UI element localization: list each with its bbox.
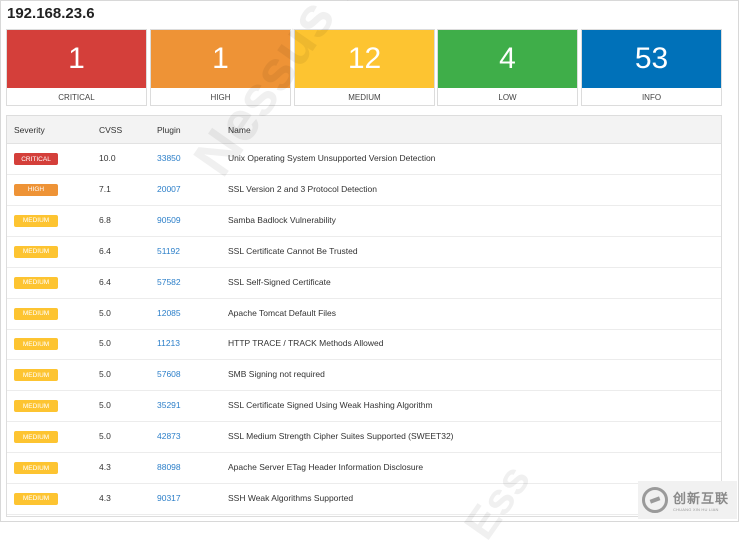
plugin-link[interactable]: 90509 bbox=[157, 215, 181, 225]
header-name[interactable]: Name bbox=[228, 125, 251, 135]
cvss-score: 10.0 bbox=[99, 153, 116, 163]
cvss-score: 7.1 bbox=[99, 183, 111, 194]
table-row[interactable]: MEDIUM 6.4 57582 SSL Self-Signed Certificat… bbox=[7, 268, 721, 299]
severity-badge: MEDIUM bbox=[14, 276, 58, 289]
cvss-score: 5.0 bbox=[99, 307, 111, 318]
logo-subtitle: CHUANG XIN HU LIAN bbox=[673, 507, 719, 512]
cvss-score: 5.0 bbox=[99, 369, 111, 380]
summary-count: 1 bbox=[151, 30, 290, 88]
severity-badge: HIGH bbox=[14, 183, 58, 196]
vulnerability-name: SSL Medium Strength Cipher Suites Suppor… bbox=[228, 431, 454, 442]
vulnerability-name: HTTP TRACE / TRACK Methods Allowed bbox=[228, 338, 384, 349]
severity-badge: MEDIUM bbox=[14, 369, 58, 382]
table-row[interactable]: MEDIUM 4.3 90317 SSH Weak Algorithms Suppor… bbox=[7, 484, 721, 515]
vulnerability-name: Unix Operating System Unsupported Versio… bbox=[228, 153, 436, 163]
header-cvss[interactable]: CVSS bbox=[99, 125, 122, 135]
table-row[interactable]: CRITICAL 10.0 33850 Unix Operating System U… bbox=[7, 144, 721, 175]
table-row[interactable]: MEDIUM 5.0 42873 SSL Medium Strength Cipher… bbox=[7, 422, 721, 454]
summary-count: 1 bbox=[7, 30, 146, 88]
table-row[interactable]: MEDIUM 5.0 35291 SSL Certificate Signed Usi… bbox=[7, 391, 721, 423]
cvss-score: 6.4 bbox=[99, 276, 111, 287]
severity-badge: MEDIUM bbox=[14, 214, 58, 227]
summary-count: 4 bbox=[438, 30, 577, 88]
vulnerability-name: SSH Weak Algorithms Supported bbox=[228, 492, 354, 503]
summary-label: MEDIUM bbox=[348, 93, 381, 102]
table-row[interactable]: MEDIUM 5.0 12085 Apache Tomcat Default File… bbox=[7, 299, 721, 330]
cvss-score: 6.4 bbox=[99, 245, 111, 256]
table-row[interactable]: MEDIUM 5.0 11213 HTTP TRACE / TRACK Methods… bbox=[7, 329, 721, 361]
table-row[interactable]: MEDIUM 5.0 57608 SMB Signing not required bbox=[7, 360, 721, 392]
corner-logo: 创新互联 CHUANG XIN HU LIAN bbox=[638, 481, 737, 519]
plugin-link[interactable]: 20007 bbox=[157, 184, 181, 194]
severity-badge: MEDIUM bbox=[14, 338, 58, 351]
severity-badge: MEDIUM bbox=[14, 431, 58, 444]
swirl-logo-icon bbox=[642, 487, 668, 513]
plugin-link[interactable]: 42873 bbox=[157, 431, 181, 441]
severity-badge: MEDIUM bbox=[14, 307, 58, 320]
vulnerability-name: Apache Tomcat Default Files bbox=[228, 307, 337, 318]
summary-tile-high[interactable]: 1 HIGH bbox=[150, 29, 291, 106]
header-severity[interactable]: Severity bbox=[14, 125, 45, 135]
host-title: 192.168.23.6 bbox=[7, 5, 95, 22]
plugin-link[interactable]: 90317 bbox=[157, 493, 181, 503]
vulnerability-name: Apache Server ETag Header Information Di… bbox=[228, 462, 424, 472]
summary-count: 53 bbox=[582, 30, 721, 88]
table-row[interactable]: MEDIUM 6.4 51192 SSL Certificate Cannot Be … bbox=[7, 237, 721, 268]
vulnerability-table: Severity CVSS Plugin Name CRITICAL 10.0 33… bbox=[6, 115, 722, 517]
severity-badge: MEDIUM bbox=[14, 462, 58, 474]
severity-badge: MEDIUM bbox=[14, 400, 58, 413]
vulnerability-name: SMB Signing not required bbox=[228, 369, 325, 380]
cvss-score: 5.0 bbox=[99, 338, 111, 349]
summary-tile-medium[interactable]: 12 MEDIUM bbox=[294, 29, 435, 106]
summary-label: INFO bbox=[641, 93, 662, 102]
plugin-link[interactable]: 57608 bbox=[157, 369, 181, 379]
plugin-link[interactable]: 51192 bbox=[157, 246, 180, 256]
summary-label: HIGH bbox=[210, 93, 231, 102]
plugin-link[interactable]: 88098 bbox=[157, 462, 181, 472]
summary-tile-low[interactable]: 4 LOW bbox=[437, 29, 578, 106]
vulnerability-name: SSL Version 2 and 3 Protocol Detection bbox=[228, 183, 377, 194]
cvss-score: 4.3 bbox=[99, 462, 111, 472]
summary-tile-info[interactable]: 53 INFO bbox=[581, 29, 722, 106]
cvss-score: 5.0 bbox=[99, 400, 111, 411]
table-header: Severity CVSS Plugin Name bbox=[7, 116, 721, 144]
plugin-link[interactable]: 57582 bbox=[157, 277, 181, 287]
severity-badge: MEDIUM bbox=[14, 492, 58, 505]
vulnerability-name: SSL Self-Signed Certificate bbox=[228, 276, 331, 287]
plugin-link[interactable]: 12085 bbox=[157, 308, 181, 318]
logo-brand: 创新互联 bbox=[673, 491, 730, 506]
summary-count: 12 bbox=[295, 30, 434, 88]
severity-badge: CRITICAL bbox=[14, 153, 58, 165]
table-row[interactable]: MEDIUM 6.8 90509 Samba Badlock Vulnerabilit… bbox=[7, 206, 721, 237]
summary-label: CRITICAL bbox=[58, 93, 95, 102]
cvss-score: 5.0 bbox=[99, 431, 111, 442]
vulnerability-name: SSL Certificate Cannot Be Trusted bbox=[228, 245, 358, 256]
summary-tile-critical[interactable]: 1 CRITICAL bbox=[6, 29, 147, 106]
severity-badge: MEDIUM bbox=[14, 245, 58, 258]
header-plugin[interactable]: Plugin bbox=[157, 125, 181, 135]
plugin-link[interactable]: 35291 bbox=[157, 400, 181, 410]
cvss-score: 6.8 bbox=[99, 214, 111, 225]
table-row[interactable]: MEDIUM 4.3 88098 Apache Server ETag Header … bbox=[7, 453, 721, 484]
plugin-link[interactable]: 11213 bbox=[157, 338, 180, 348]
vulnerability-name: SSL Certificate Signed Using Weak Hashin… bbox=[228, 400, 433, 411]
cvss-score: 4.3 bbox=[99, 492, 111, 503]
vulnerability-name: Samba Badlock Vulnerability bbox=[228, 214, 336, 225]
plugin-link[interactable]: 33850 bbox=[157, 153, 181, 163]
summary-label: LOW bbox=[498, 93, 517, 102]
table-row[interactable]: HIGH 7.1 20007 SSL Version 2 and 3 Protocol… bbox=[7, 175, 721, 206]
severity-summary: 1 CRITICAL 1 HIGH 12 MEDIUM 4 LOW 53 INF… bbox=[6, 29, 722, 106]
